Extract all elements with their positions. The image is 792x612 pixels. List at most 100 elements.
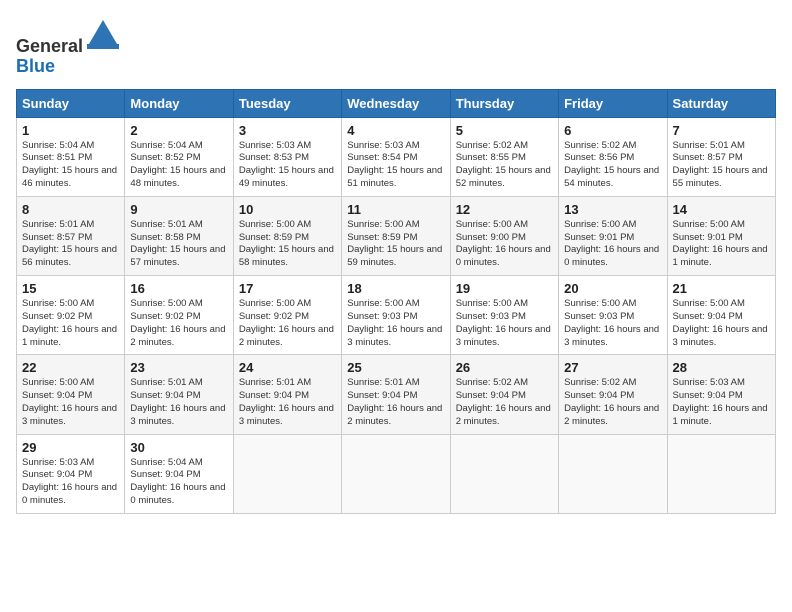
logo-text: General	[16, 16, 121, 57]
weekday-header-row: SundayMondayTuesdayWednesdayThursdayFrid…	[17, 89, 776, 117]
day-number: 16	[130, 281, 227, 296]
calendar-body: 1 Sunrise: 5:04 AMSunset: 8:51 PMDayligh…	[17, 117, 776, 513]
day-info: Sunrise: 5:01 AMSunset: 9:04 PMDaylight:…	[347, 377, 444, 428]
weekday-header-cell: Saturday	[667, 89, 775, 117]
calendar-day-cell	[559, 434, 667, 513]
day-info: Sunrise: 5:00 AMSunset: 9:02 PMDaylight:…	[22, 298, 119, 349]
day-info: Sunrise: 5:02 AMSunset: 9:04 PMDaylight:…	[564, 377, 661, 428]
day-info: Sunrise: 5:00 AMSunset: 9:01 PMDaylight:…	[564, 219, 661, 270]
day-info: Sunrise: 5:00 AMSunset: 9:04 PMDaylight:…	[22, 377, 119, 428]
calendar-week-row: 15 Sunrise: 5:00 AMSunset: 9:02 PMDaylig…	[17, 276, 776, 355]
day-number: 21	[673, 281, 770, 296]
calendar-day-cell: 29 Sunrise: 5:03 AMSunset: 9:04 PMDaylig…	[17, 434, 125, 513]
logo-general: General	[16, 36, 83, 56]
day-info: Sunrise: 5:00 AMSunset: 9:02 PMDaylight:…	[239, 298, 336, 349]
day-number: 13	[564, 202, 661, 217]
calendar-day-cell: 18 Sunrise: 5:00 AMSunset: 9:03 PMDaylig…	[342, 276, 450, 355]
day-number: 4	[347, 123, 444, 138]
calendar-day-cell: 16 Sunrise: 5:00 AMSunset: 9:02 PMDaylig…	[125, 276, 233, 355]
day-info: Sunrise: 5:01 AMSunset: 8:57 PMDaylight:…	[22, 219, 119, 270]
calendar-day-cell: 21 Sunrise: 5:00 AMSunset: 9:04 PMDaylig…	[667, 276, 775, 355]
day-number: 7	[673, 123, 770, 138]
calendar-day-cell: 14 Sunrise: 5:00 AMSunset: 9:01 PMDaylig…	[667, 196, 775, 275]
calendar-day-cell: 27 Sunrise: 5:02 AMSunset: 9:04 PMDaylig…	[559, 355, 667, 434]
day-info: Sunrise: 5:00 AMSunset: 9:04 PMDaylight:…	[673, 298, 770, 349]
day-info: Sunrise: 5:00 AMSunset: 9:01 PMDaylight:…	[673, 219, 770, 270]
weekday-header-cell: Sunday	[17, 89, 125, 117]
calendar-day-cell: 11 Sunrise: 5:00 AMSunset: 8:59 PMDaylig…	[342, 196, 450, 275]
day-number: 26	[456, 360, 553, 375]
day-number: 14	[673, 202, 770, 217]
calendar-day-cell: 25 Sunrise: 5:01 AMSunset: 9:04 PMDaylig…	[342, 355, 450, 434]
weekday-header-cell: Monday	[125, 89, 233, 117]
calendar-day-cell: 4 Sunrise: 5:03 AMSunset: 8:54 PMDayligh…	[342, 117, 450, 196]
calendar-day-cell: 10 Sunrise: 5:00 AMSunset: 8:59 PMDaylig…	[233, 196, 341, 275]
weekday-header-cell: Tuesday	[233, 89, 341, 117]
day-number: 10	[239, 202, 336, 217]
day-info: Sunrise: 5:01 AMSunset: 9:04 PMDaylight:…	[239, 377, 336, 428]
day-info: Sunrise: 5:02 AMSunset: 8:56 PMDaylight:…	[564, 140, 661, 191]
day-number: 15	[22, 281, 119, 296]
day-number: 1	[22, 123, 119, 138]
calendar-day-cell: 8 Sunrise: 5:01 AMSunset: 8:57 PMDayligh…	[17, 196, 125, 275]
calendar-day-cell: 17 Sunrise: 5:00 AMSunset: 9:02 PMDaylig…	[233, 276, 341, 355]
calendar-day-cell: 15 Sunrise: 5:00 AMSunset: 9:02 PMDaylig…	[17, 276, 125, 355]
calendar-day-cell: 28 Sunrise: 5:03 AMSunset: 9:04 PMDaylig…	[667, 355, 775, 434]
calendar-day-cell: 22 Sunrise: 5:00 AMSunset: 9:04 PMDaylig…	[17, 355, 125, 434]
day-info: Sunrise: 5:00 AMSunset: 8:59 PMDaylight:…	[239, 219, 336, 270]
logo-icon	[85, 16, 121, 52]
day-number: 30	[130, 440, 227, 455]
logo: General Blue	[16, 16, 121, 77]
calendar-day-cell: 1 Sunrise: 5:04 AMSunset: 8:51 PMDayligh…	[17, 117, 125, 196]
day-number: 24	[239, 360, 336, 375]
day-number: 2	[130, 123, 227, 138]
weekday-header-cell: Wednesday	[342, 89, 450, 117]
calendar-day-cell: 6 Sunrise: 5:02 AMSunset: 8:56 PMDayligh…	[559, 117, 667, 196]
day-number: 3	[239, 123, 336, 138]
day-info: Sunrise: 5:00 AMSunset: 9:03 PMDaylight:…	[456, 298, 553, 349]
calendar-day-cell	[667, 434, 775, 513]
page-header: General Blue	[16, 16, 776, 77]
day-number: 22	[22, 360, 119, 375]
day-number: 25	[347, 360, 444, 375]
day-info: Sunrise: 5:01 AMSunset: 8:57 PMDaylight:…	[673, 140, 770, 191]
logo-blue: Blue	[16, 57, 121, 77]
day-info: Sunrise: 5:03 AMSunset: 8:53 PMDaylight:…	[239, 140, 336, 191]
day-number: 11	[347, 202, 444, 217]
day-info: Sunrise: 5:03 AMSunset: 9:04 PMDaylight:…	[22, 457, 119, 508]
day-info: Sunrise: 5:00 AMSunset: 9:02 PMDaylight:…	[130, 298, 227, 349]
calendar-day-cell: 7 Sunrise: 5:01 AMSunset: 8:57 PMDayligh…	[667, 117, 775, 196]
day-number: 9	[130, 202, 227, 217]
calendar-table: SundayMondayTuesdayWednesdayThursdayFrid…	[16, 89, 776, 514]
day-number: 12	[456, 202, 553, 217]
day-info: Sunrise: 5:01 AMSunset: 8:58 PMDaylight:…	[130, 219, 227, 270]
day-info: Sunrise: 5:04 AMSunset: 8:52 PMDaylight:…	[130, 140, 227, 191]
day-number: 17	[239, 281, 336, 296]
calendar-day-cell	[233, 434, 341, 513]
calendar-day-cell: 5 Sunrise: 5:02 AMSunset: 8:55 PMDayligh…	[450, 117, 558, 196]
day-number: 20	[564, 281, 661, 296]
day-info: Sunrise: 5:04 AMSunset: 8:51 PMDaylight:…	[22, 140, 119, 191]
calendar-day-cell: 26 Sunrise: 5:02 AMSunset: 9:04 PMDaylig…	[450, 355, 558, 434]
day-number: 19	[456, 281, 553, 296]
calendar-day-cell: 12 Sunrise: 5:00 AMSunset: 9:00 PMDaylig…	[450, 196, 558, 275]
calendar-week-row: 22 Sunrise: 5:00 AMSunset: 9:04 PMDaylig…	[17, 355, 776, 434]
day-info: Sunrise: 5:00 AMSunset: 8:59 PMDaylight:…	[347, 219, 444, 270]
day-info: Sunrise: 5:00 AMSunset: 9:00 PMDaylight:…	[456, 219, 553, 270]
day-number: 18	[347, 281, 444, 296]
calendar-week-row: 8 Sunrise: 5:01 AMSunset: 8:57 PMDayligh…	[17, 196, 776, 275]
calendar-day-cell	[450, 434, 558, 513]
day-info: Sunrise: 5:01 AMSunset: 9:04 PMDaylight:…	[130, 377, 227, 428]
calendar-week-row: 29 Sunrise: 5:03 AMSunset: 9:04 PMDaylig…	[17, 434, 776, 513]
calendar-week-row: 1 Sunrise: 5:04 AMSunset: 8:51 PMDayligh…	[17, 117, 776, 196]
day-number: 27	[564, 360, 661, 375]
day-number: 29	[22, 440, 119, 455]
day-info: Sunrise: 5:03 AMSunset: 8:54 PMDaylight:…	[347, 140, 444, 191]
calendar-day-cell: 13 Sunrise: 5:00 AMSunset: 9:01 PMDaylig…	[559, 196, 667, 275]
calendar-day-cell: 3 Sunrise: 5:03 AMSunset: 8:53 PMDayligh…	[233, 117, 341, 196]
weekday-header-cell: Thursday	[450, 89, 558, 117]
calendar-day-cell	[342, 434, 450, 513]
day-info: Sunrise: 5:03 AMSunset: 9:04 PMDaylight:…	[673, 377, 770, 428]
day-info: Sunrise: 5:00 AMSunset: 9:03 PMDaylight:…	[564, 298, 661, 349]
calendar-day-cell: 20 Sunrise: 5:00 AMSunset: 9:03 PMDaylig…	[559, 276, 667, 355]
